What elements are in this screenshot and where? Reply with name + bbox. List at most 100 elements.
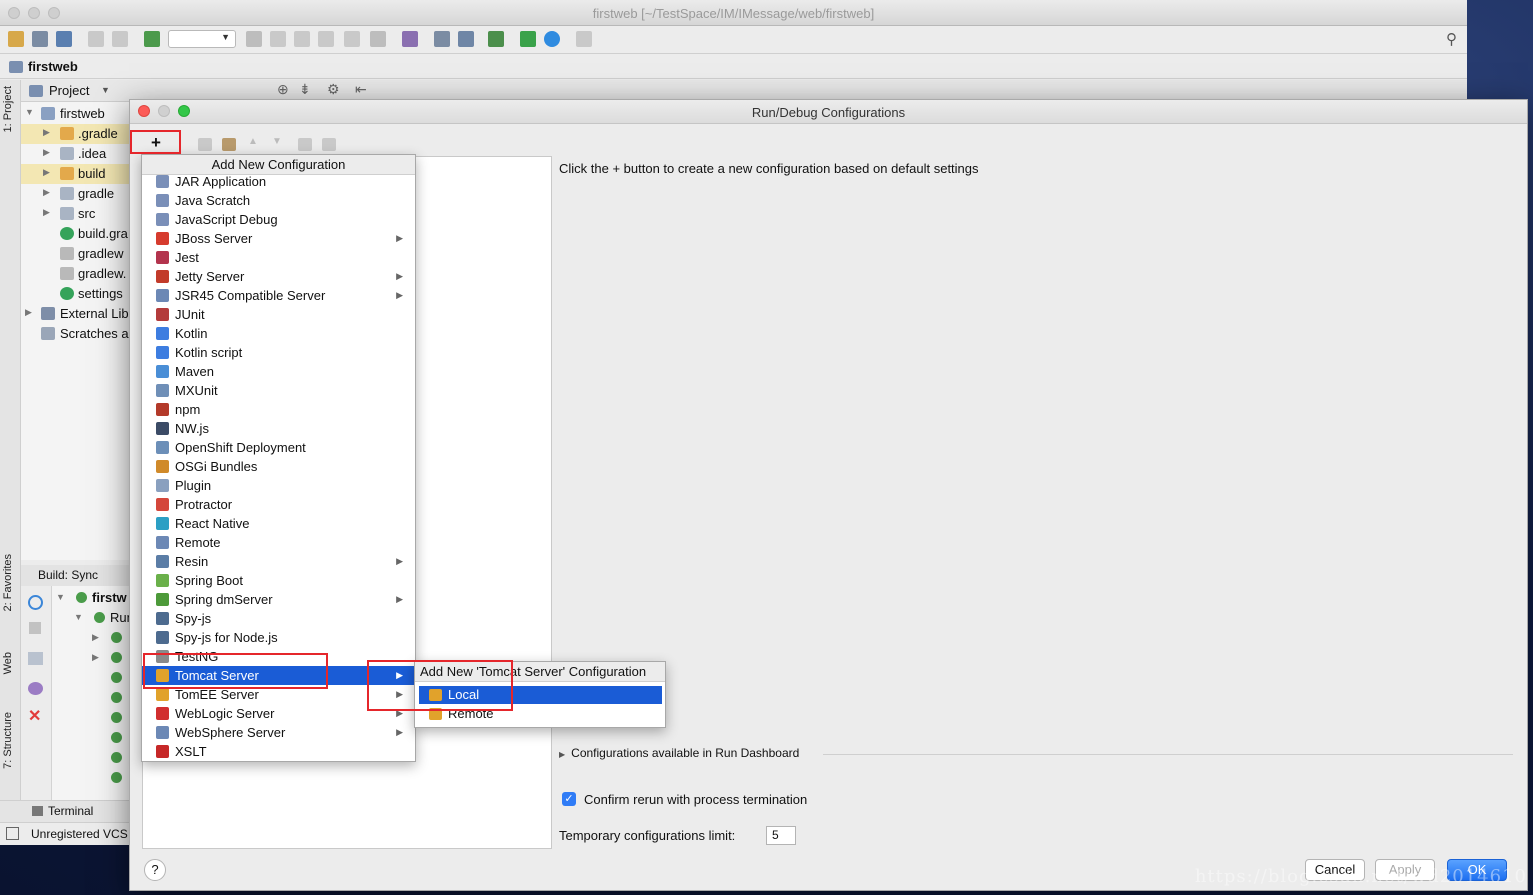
menu-item-remote[interactable]: Remote [142, 533, 415, 552]
menu-item-nw-js[interactable]: NW.js [142, 419, 415, 438]
config-type-icon [156, 745, 169, 758]
filter-icon[interactable] [28, 652, 43, 665]
coverage-icon[interactable] [294, 31, 310, 47]
chevron-down-icon[interactable]: ▼ [101, 85, 110, 95]
debug-icon[interactable] [270, 31, 286, 47]
build-icon[interactable] [144, 31, 160, 47]
settings-icon[interactable] [434, 31, 450, 47]
tree-item-gradle-dir[interactable]: ▶ .gradle [21, 124, 129, 144]
run-config-combo[interactable]: ▼ [168, 30, 236, 48]
chevron-right-icon: ▶ [396, 727, 403, 737]
build-root[interactable]: firstw [92, 590, 127, 605]
up-icon[interactable]: ▲ [248, 136, 262, 149]
run-icon[interactable] [246, 31, 262, 47]
close-icon[interactable]: ✕ [28, 706, 41, 726]
bookmark-icon[interactable] [402, 31, 418, 47]
gear-icon[interactable]: ⚙ [327, 81, 340, 98]
dialog-toolbar: + ▲ ▼ [130, 128, 550, 156]
save-icon[interactable] [32, 31, 48, 47]
menu-item-javascript-debug[interactable]: JavaScript Debug [142, 210, 415, 229]
menu-item-spy-js-for-node-js[interactable]: Spy-js for Node.js [142, 628, 415, 647]
copy-icon[interactable] [198, 138, 212, 151]
menu-item-plugin[interactable]: Plugin [142, 476, 415, 495]
temp-limit-input[interactable]: 5 [766, 826, 796, 845]
menu-item-spring-boot[interactable]: Spring Boot [142, 571, 415, 590]
tree-item-idea[interactable]: ▶ .idea [21, 144, 129, 164]
menu-item-spring-dmserver[interactable]: Spring dmServer ▶ [142, 590, 415, 609]
project-structure-icon[interactable] [458, 31, 474, 47]
tab-terminal[interactable]: Terminal [48, 804, 93, 818]
tree-item-gradlew-bat[interactable]: gradlew. [21, 264, 129, 284]
tree-item-build[interactable]: ▶ build [21, 164, 129, 184]
tree-item-settings[interactable]: settings [21, 284, 129, 304]
down-icon[interactable]: ▼ [272, 136, 286, 149]
menu-item-jboss-server[interactable]: JBoss Server ▶ [142, 229, 415, 248]
menu-item-jar-application[interactable]: JAR Application [142, 172, 415, 191]
menu-item-jetty-server[interactable]: Jetty Server ▶ [142, 267, 415, 286]
menu-item-mxunit[interactable]: MXUnit [142, 381, 415, 400]
menu-item-xslt[interactable]: XSLT [142, 742, 415, 761]
monitor-icon[interactable] [520, 31, 536, 47]
menu-item-openshift-deployment[interactable]: OpenShift Deployment [142, 438, 415, 457]
library-icon [41, 307, 55, 320]
wrench-icon[interactable] [222, 138, 236, 151]
attach-icon[interactable] [344, 31, 360, 47]
breadcrumb[interactable]: firstweb [28, 59, 78, 74]
menu-item-protractor[interactable]: Protractor [142, 495, 415, 514]
menu-item-websphere-server[interactable]: WebSphere Server ▶ [142, 723, 415, 742]
sync-icon[interactable] [56, 31, 72, 47]
help-button[interactable]: ? [144, 859, 166, 881]
search-icon[interactable]: ⚲ [1446, 30, 1457, 48]
profile-icon[interactable] [318, 31, 334, 47]
success-icon [111, 652, 122, 663]
menu-item-junit[interactable]: JUnit [142, 305, 415, 324]
tab-favorites[interactable]: 2: Favorites [2, 554, 14, 611]
tab-structure[interactable]: 7: Structure [2, 712, 14, 769]
confirm-rerun-checkbox[interactable]: ✓ [562, 792, 576, 806]
menu-item-osgi-bundles[interactable]: OSGi Bundles [142, 457, 415, 476]
download-icon[interactable] [576, 31, 592, 47]
chevron-right-icon: ▶ [396, 271, 403, 281]
config-type-icon [156, 213, 169, 226]
tree-item-gradle[interactable]: ▶ gradle [21, 184, 129, 204]
pin-icon[interactable] [28, 682, 43, 695]
tree-item-gradlew[interactable]: gradlew [21, 244, 129, 264]
collapse-icon[interactable]: ⇟ [299, 81, 311, 98]
menu-item-jsr45-compatible-server[interactable]: JSR45 Compatible Server ▶ [142, 286, 415, 305]
sort-icon[interactable] [322, 138, 336, 151]
success-icon [111, 732, 122, 743]
success-icon [76, 592, 87, 603]
stop-icon[interactable] [370, 31, 386, 47]
no-icon[interactable] [544, 31, 560, 47]
gradle-sync-icon[interactable] [488, 31, 504, 47]
ide-titlebar: firstweb [~/TestSpace/IM/IMessage/web/fi… [0, 0, 1467, 26]
tab-web[interactable]: Web [2, 652, 14, 674]
run-dashboard-section[interactable]: ▶ Configurations available in Run Dashboa… [559, 746, 799, 760]
open-icon[interactable] [8, 31, 24, 47]
menu-item-jest[interactable]: Jest [142, 248, 415, 267]
stop-icon[interactable] [29, 622, 41, 634]
menu-item-kotlin-script[interactable]: Kotlin script [142, 343, 415, 362]
menu-item-npm[interactable]: npm [142, 400, 415, 419]
hide-icon[interactable]: ⇤ [355, 81, 367, 98]
back-icon[interactable] [88, 31, 104, 47]
folder-icon[interactable] [298, 138, 312, 151]
menu-item-resin[interactable]: Resin ▶ [142, 552, 415, 571]
tree-item-firstweb[interactable]: ▼ firstweb [21, 104, 129, 124]
tree-item-external-libraries[interactable]: ▶ External Lib [21, 304, 129, 324]
tree-item-src[interactable]: ▶ src [21, 204, 129, 224]
config-type-icon [156, 384, 169, 397]
tree-item-scratches[interactable]: Scratches a [21, 324, 129, 344]
project-view-selector[interactable]: Project [49, 83, 89, 98]
crosshair-icon[interactable]: ⊕ [277, 81, 289, 98]
tree-item-build-gradle[interactable]: build.gra [21, 224, 129, 244]
status-icon[interactable] [6, 827, 19, 840]
menu-item-react-native[interactable]: React Native [142, 514, 415, 533]
menu-item-spy-js[interactable]: Spy-js [142, 609, 415, 628]
tab-project[interactable]: 1: Project [2, 86, 14, 132]
menu-item-java-scratch[interactable]: Java Scratch [142, 191, 415, 210]
forward-icon[interactable] [112, 31, 128, 47]
menu-item-maven[interactable]: Maven [142, 362, 415, 381]
menu-item-kotlin[interactable]: Kotlin [142, 324, 415, 343]
refresh-icon[interactable] [28, 595, 43, 610]
